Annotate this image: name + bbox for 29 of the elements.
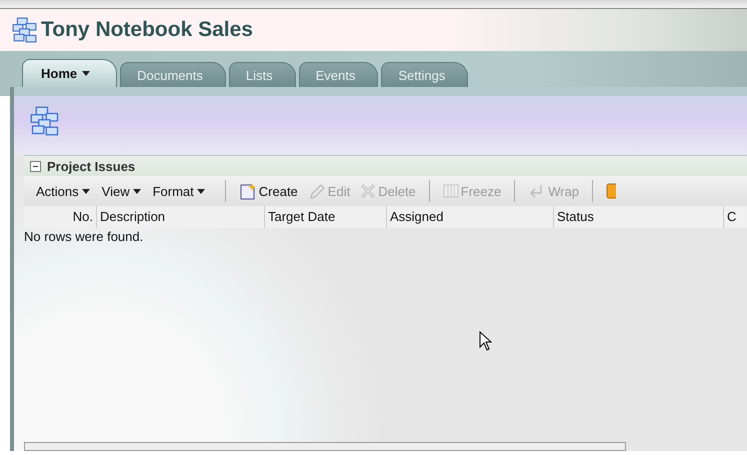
menu-button[interactable]: Format: [152, 184, 205, 198]
new-document-icon: [238, 182, 257, 200]
column-header[interactable]: Assigned: [386, 206, 553, 228]
detach-icon: [606, 183, 616, 199]
mouse-pointer-icon: [479, 331, 492, 351]
site-title: Tony Notebook Sales: [41, 18, 253, 42]
x-mark-icon: [360, 183, 376, 199]
panel-title: Project Issues: [47, 158, 136, 174]
menu-button[interactable]: View: [102, 184, 141, 198]
toolbar-icon-button[interactable]: [606, 183, 616, 199]
caret-icon: [132, 188, 141, 194]
column-header[interactable]: Status: [553, 206, 723, 228]
page-icon: [30, 106, 60, 136]
nav-tab[interactable]: Home: [22, 59, 118, 87]
empty-message: No rows were found.: [24, 228, 144, 244]
caret-icon: [82, 188, 90, 194]
pencil-icon: [308, 182, 326, 200]
menu-button[interactable]: Actions: [36, 184, 90, 198]
caret-icon: [82, 71, 90, 76]
columns-icon: [442, 183, 459, 199]
column-header[interactable]: No.: [24, 206, 96, 228]
column-header[interactable]: Description: [96, 206, 264, 228]
toolbar-button[interactable]: Create: [238, 182, 298, 200]
caret-icon: [196, 188, 205, 194]
column-header[interactable]: Target Date: [264, 206, 386, 228]
horizontal-scrollbar[interactable]: [24, 442, 626, 451]
collapse-toggle[interactable]: [30, 160, 41, 172]
site-logo-icon: [12, 17, 38, 43]
column-header[interactable]: C: [723, 206, 747, 228]
